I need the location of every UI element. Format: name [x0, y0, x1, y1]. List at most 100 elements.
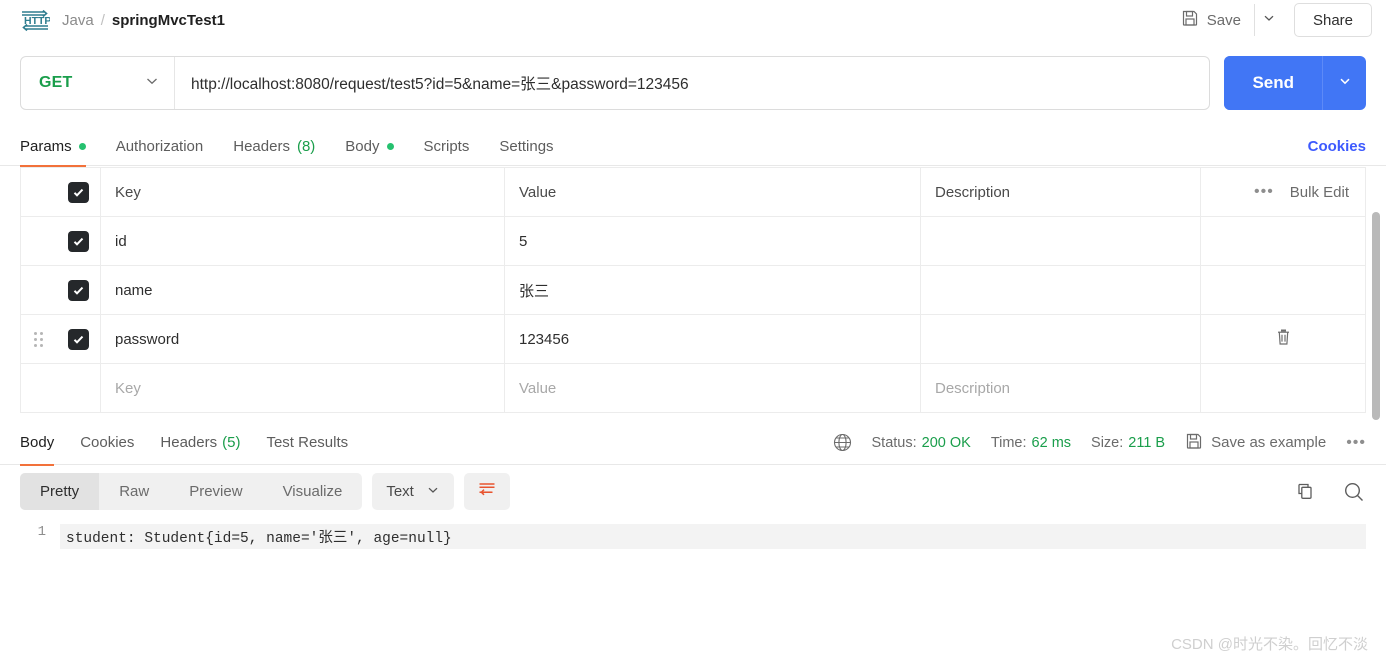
response-tab-headers-label: Headers [160, 434, 218, 451]
save-as-example-label: Save as example [1211, 434, 1327, 451]
http-protocol-icon: HTTP [20, 8, 50, 32]
view-raw[interactable]: Raw [99, 473, 169, 510]
size-value: 211 B [1128, 434, 1166, 451]
response-tabs-bar: Body Cookies Headers (5) Test Results St… [0, 421, 1386, 466]
params-scrollbar[interactable] [1372, 212, 1380, 420]
url-input[interactable] [175, 57, 1210, 109]
trash-icon[interactable] [1275, 328, 1292, 346]
response-more-icon[interactable]: ••• [1346, 434, 1366, 452]
url-row: GET Send [0, 56, 1386, 110]
row-value[interactable]: 张三 [504, 265, 921, 315]
row-key[interactable]: name [100, 265, 505, 315]
view-visualize[interactable]: Visualize [263, 473, 363, 510]
table-row: name 张三 [20, 265, 1366, 315]
tab-params-label: Params [20, 138, 72, 155]
bulk-edit-button[interactable]: Bulk Edit [1290, 184, 1349, 201]
row-checkbox[interactable] [67, 279, 89, 301]
table-row: password 123456 [20, 314, 1366, 364]
tab-body[interactable]: Body [345, 128, 394, 166]
row-checkbox[interactable] [67, 230, 89, 252]
body-format-select[interactable]: Text [372, 473, 454, 510]
row-key[interactable]: password [100, 314, 505, 364]
body-view-segment: Pretty Raw Preview Visualize [20, 473, 363, 510]
select-all-checkbox[interactable] [67, 181, 89, 203]
response-meta: Status: 200 OK Time: 62 ms Size: 211 B S… [833, 432, 1367, 454]
row-description[interactable] [920, 314, 1201, 364]
send-button[interactable]: Send [1224, 56, 1322, 110]
body-format-label: Text [386, 483, 414, 500]
params-table: Key Value Description ••• Bulk Edit id 5… [20, 167, 1366, 413]
chevron-down-icon [1337, 73, 1353, 94]
top-bar: HTTP Java / springMvcTest1 Save Share [0, 0, 1386, 40]
save-as-example-button[interactable]: Save as example [1185, 432, 1326, 454]
chevron-down-icon [1262, 11, 1276, 30]
send-options-button[interactable] [1322, 56, 1366, 110]
tab-scripts[interactable]: Scripts [424, 128, 470, 166]
row-checkbox-cell [56, 216, 101, 266]
row-description[interactable] [920, 265, 1201, 315]
tab-settings[interactable]: Settings [499, 128, 553, 166]
response-tab-body-label: Body [20, 434, 55, 451]
tab-headers-label: Headers [233, 138, 290, 155]
response-tab-headers[interactable]: Headers (5) [160, 421, 240, 465]
view-pretty[interactable]: Pretty [20, 473, 100, 510]
row-checkbox[interactable] [67, 328, 89, 350]
breadcrumb: Java / springMvcTest1 [62, 12, 225, 29]
tab-settings-label: Settings [499, 138, 554, 155]
chevron-down-icon [144, 73, 160, 94]
row-description[interactable] [920, 216, 1201, 266]
body-view-toolbar: Pretty Raw Preview Visualize Text [0, 465, 1386, 510]
header-drag-cell [20, 167, 57, 217]
table-empty-row: Key Value Description [20, 363, 1366, 413]
time-label: Time: [990, 434, 1027, 451]
http-method-select[interactable]: GET [21, 57, 175, 109]
share-button[interactable]: Share [1293, 3, 1372, 37]
save-button[interactable]: Save [1170, 4, 1254, 36]
tab-authorization[interactable]: Authorization [116, 128, 204, 166]
response-tab-test-results[interactable]: Test Results [266, 421, 348, 465]
tab-body-label: Body [345, 138, 380, 155]
size-label: Size: [1091, 434, 1124, 451]
table-header-row: Key Value Description ••• Bulk Edit [20, 167, 1366, 217]
response-body-line[interactable]: student: Student{id=5, name='张三', age=nu… [60, 524, 1366, 549]
new-value-input[interactable]: Value [504, 363, 921, 413]
new-description-input[interactable]: Description [920, 363, 1201, 413]
tab-params[interactable]: Params [20, 128, 86, 167]
tab-headers[interactable]: Headers (8) [233, 128, 315, 166]
search-icon[interactable] [1342, 480, 1366, 504]
top-bar-actions: Save Share [1170, 3, 1372, 37]
tab-authorization-label: Authorization [115, 138, 204, 155]
header-actions: ••• Bulk Edit [1200, 167, 1366, 217]
response-tab-cookies[interactable]: Cookies [80, 421, 134, 465]
row-checkbox-cell [56, 265, 101, 315]
row-value[interactable]: 123456 [504, 314, 921, 364]
copy-icon[interactable] [1294, 481, 1316, 503]
row-key[interactable]: id [100, 216, 505, 266]
header-select-all-cell [56, 167, 101, 217]
view-preview[interactable]: Preview [169, 473, 262, 510]
size-badge: Size: 211 B [1091, 435, 1165, 451]
send-group: Send [1224, 56, 1366, 110]
url-bar: GET [20, 56, 1211, 110]
save-button-label: Save [1206, 11, 1241, 29]
breadcrumb-collection[interactable]: Java [62, 12, 94, 29]
ellipsis-horizontal-icon[interactable]: ••• [1254, 183, 1274, 201]
share-button-label: Share [1312, 11, 1353, 29]
request-tabs: Params Authorization Headers (8) Body Sc… [0, 128, 1386, 167]
row-checkbox-cell [56, 314, 101, 364]
green-dot-icon [78, 143, 86, 150]
word-wrap-icon [477, 480, 497, 503]
breadcrumb-request-name[interactable]: springMvcTest1 [112, 12, 225, 29]
row-actions [1200, 265, 1366, 315]
row-drag-handle[interactable] [20, 216, 57, 266]
new-key-input[interactable]: Key [100, 363, 505, 413]
row-drag-handle[interactable] [20, 265, 57, 315]
chevron-down-icon [426, 483, 440, 501]
word-wrap-toggle[interactable] [463, 473, 510, 510]
save-options-button[interactable] [1253, 4, 1284, 36]
response-tab-body[interactable]: Body [20, 421, 55, 466]
row-value[interactable]: 5 [504, 216, 921, 266]
row-drag-handle[interactable] [20, 314, 57, 364]
response-tab-cookies-label: Cookies [80, 434, 135, 451]
cookies-link[interactable]: Cookies [1308, 138, 1366, 155]
